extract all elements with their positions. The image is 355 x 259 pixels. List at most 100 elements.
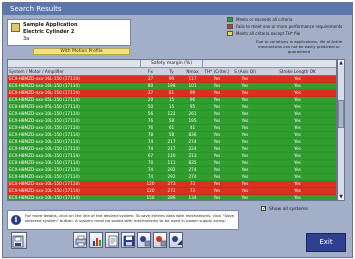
table-row[interactable]: ECX-H8MZD-xxx-10L-150 (17114) 120 272 73 Yes… [8, 188, 336, 195]
exit-button[interactable]: Exit [306, 233, 346, 252]
info-panel: i For more details, click on the line of… [7, 210, 239, 230]
cell-nmax: 213 [188, 153, 197, 158]
cell-s: Yes [241, 181, 249, 186]
cell-system: ECX-H8MZD-xxx-16L-150 (17114) [9, 83, 80, 88]
column-header-system[interactable]: System / Motor / Amplifier [8, 68, 140, 75]
cell-stroke: Yes [294, 111, 301, 116]
cell-s: Yes [241, 90, 249, 95]
legend-swatch-fail [227, 24, 233, 29]
cell-ty: 217 [167, 146, 176, 151]
cell-stroke: Yes [294, 160, 301, 165]
table-row[interactable]: ECX-H8MZD-xxx-10L-150 (17114) 74 292 274 Yes… [8, 174, 336, 181]
column-header-stroke[interactable]: Stroke Length OK [259, 68, 336, 75]
cell-ty: 99 [168, 76, 175, 81]
cell-fx: 50 [147, 104, 154, 109]
table-row[interactable]: ECX-H8MZD-xxx-10L-150 (17114) 67 110 213 Yes… [8, 153, 336, 160]
cell-s: Yes [241, 160, 249, 165]
cell-th: Yes [213, 160, 221, 165]
motor-button[interactable] [137, 232, 151, 248]
table-row[interactable]: ECX-H8MZD-xxx-16L-150 (17114) 80 198 101 Yes… [8, 83, 336, 90]
cell-th: Yes [213, 118, 221, 123]
disk-icon [123, 235, 135, 247]
table-row[interactable]: ECX-H8MZD-xxx-16L-150 (17114) 27 99 117 Yes Y… [8, 76, 336, 83]
cell-ty: 58 [168, 118, 175, 123]
cell-fx: 74 [147, 139, 154, 144]
legend-text-warn: Meets all criteria except TH* file [236, 31, 301, 36]
show-all-systems-checkbox[interactable]: ✓ Show all systems [261, 206, 308, 214]
cell-stroke: Yes [294, 125, 301, 130]
scroll-thumb[interactable] [338, 100, 344, 128]
chart-button[interactable] [89, 232, 103, 248]
cell-th: Yes [213, 146, 221, 151]
table-row[interactable]: ECX-H8MZD-xxx-10L-150 (17114) 74 217 224 Yes… [8, 146, 336, 153]
column-header-nmax[interactable]: Nmax [182, 68, 203, 75]
export-icon [172, 236, 182, 245]
compare-button[interactable] [153, 232, 167, 248]
cell-system: ECX-H8MZD-xxx-10L-150 (17114) [9, 195, 80, 200]
disk-button[interactable] [121, 232, 135, 248]
cell-ty: 15 [168, 104, 175, 109]
cell-stroke: Yes [294, 181, 301, 186]
table-row[interactable]: ECX-H8MZD-xxx-10L-150 (17114) 74 217 274 Yes… [8, 139, 336, 146]
table-row[interactable]: ECX-H8MZD-xxx-10L-150 (17114) 70 111 835 Yes… [8, 160, 336, 167]
save-selected-system-button[interactable] [11, 232, 27, 249]
table-row[interactable]: ECX-H8MZD-xxx-10L-150 (17114) 76 58 195 Yes Y… [8, 118, 336, 125]
cell-s: Yes [241, 83, 249, 88]
cell-fx: 67 [147, 153, 154, 158]
table-row[interactable]: ECX-H8MZD-xxx-10L-150 (17114) 76 61 41 Yes Ye… [8, 125, 336, 132]
cell-ty: 286 [167, 195, 176, 200]
cell-nmax: 261 [188, 111, 197, 116]
cell-fx: 120 [146, 181, 155, 186]
motor-icon [140, 236, 151, 247]
cell-system: ECX-H8MZD-xxx-10L-150 (17114) [9, 188, 80, 193]
scroll-up-icon[interactable]: ▲ [338, 60, 344, 66]
report-button[interactable] [105, 232, 119, 248]
cell-ty: 111 [167, 160, 176, 165]
cell-stroke: Yes [294, 97, 301, 102]
cell-th: Yes [213, 188, 221, 193]
table-row[interactable]: ECX-H8MZD-xxx-10L-150 (17114) 74 292 274 Yes… [8, 167, 336, 174]
cell-system: ECX-H8MZD-xxx-05L-150 (17114) [9, 104, 80, 109]
cell-system: ECX-H8MZD-xxx-10L-150 (17114) [9, 125, 80, 130]
table-row[interactable]: ECX-H8MZD-xxx-10L-150 (17114) 56 122 261 Yes… [8, 111, 336, 118]
cell-th: Yes [213, 139, 221, 144]
table-scrollbar[interactable]: ▲ ▼ [337, 59, 345, 201]
application-name: Sample Application [23, 22, 78, 28]
table-header-row: System / Motor / Amplifier Fx Ty Nmax TH… [8, 68, 336, 76]
cell-nmax: 95 [189, 104, 196, 109]
column-header-th[interactable]: TH* (Criter.) [203, 68, 231, 75]
table-row[interactable]: ECX-H8MZD-xxx-10L-150 (17114) 120 273 73 Yes… [8, 181, 336, 188]
cell-system: ECX-H8MZD-xxx-10L-150 (17114) [9, 132, 80, 137]
column-header-s[interactable]: S (Axis Ql) [231, 68, 259, 75]
cell-th: Yes [213, 97, 221, 102]
table-row[interactable]: ECX-H8MZD-xxx-10L-150 (17114) 150 286 134 Ye… [8, 195, 336, 200]
cell-ty: 61 [168, 90, 175, 95]
scroll-down-icon[interactable]: ▼ [338, 194, 344, 200]
legend-item-warn: Meets all criteria except TH* file [227, 31, 345, 37]
chart-icon [93, 238, 101, 246]
cell-s: Yes [241, 97, 249, 102]
print-button[interactable] [73, 232, 87, 248]
column-header-ty[interactable]: Ty [161, 68, 182, 75]
cell-s: Yes [241, 111, 249, 116]
cell-system: ECX-H8MZD-xxx-10L-150 (17114) [9, 139, 80, 144]
cell-system: ECX-H8MZD-xxx-10L-150 (17114) [9, 111, 80, 116]
export-button[interactable] [169, 232, 183, 248]
application-code: 3a [23, 36, 30, 42]
checkbox-checked-icon[interactable]: ✓ [261, 206, 266, 212]
safety-margin-header: Safety margin (%) [140, 60, 203, 67]
printer-icon [75, 235, 87, 247]
column-header-fx[interactable]: Fx [140, 68, 161, 75]
table-row[interactable]: ECX-H8MZD-xxx-16L-150 (17114) 27 61 99 Yes Ye… [8, 90, 336, 97]
life-disclaimer-note: Due to variations in applications, life … [255, 39, 343, 54]
cell-nmax: 274 [188, 174, 197, 179]
cell-fx: 20 [147, 97, 154, 102]
info-text: For more details, click on the line of t… [25, 213, 234, 223]
table-row[interactable]: ECX-H8MZD-xxx-05L-150 (17114) 50 15 95 Yes Ye… [8, 104, 336, 111]
table-row[interactable]: ECX-H8MZD-xxx-05L-150 (17114) 20 15 96 Yes Ye… [8, 97, 336, 104]
cell-stroke: Yes [294, 188, 301, 193]
table-row[interactable]: ECX-H8MZD-xxx-10L-150 (17114) 78 58 836 Yes Y… [8, 132, 336, 139]
cell-system: ECX-H8MZD-xxx-10L-150 (17114) [9, 146, 80, 151]
motion-profile-label: With Motion Profile [33, 48, 130, 55]
cell-system: ECX-H8MZD-xxx-05L-150 (17114) [9, 97, 80, 102]
